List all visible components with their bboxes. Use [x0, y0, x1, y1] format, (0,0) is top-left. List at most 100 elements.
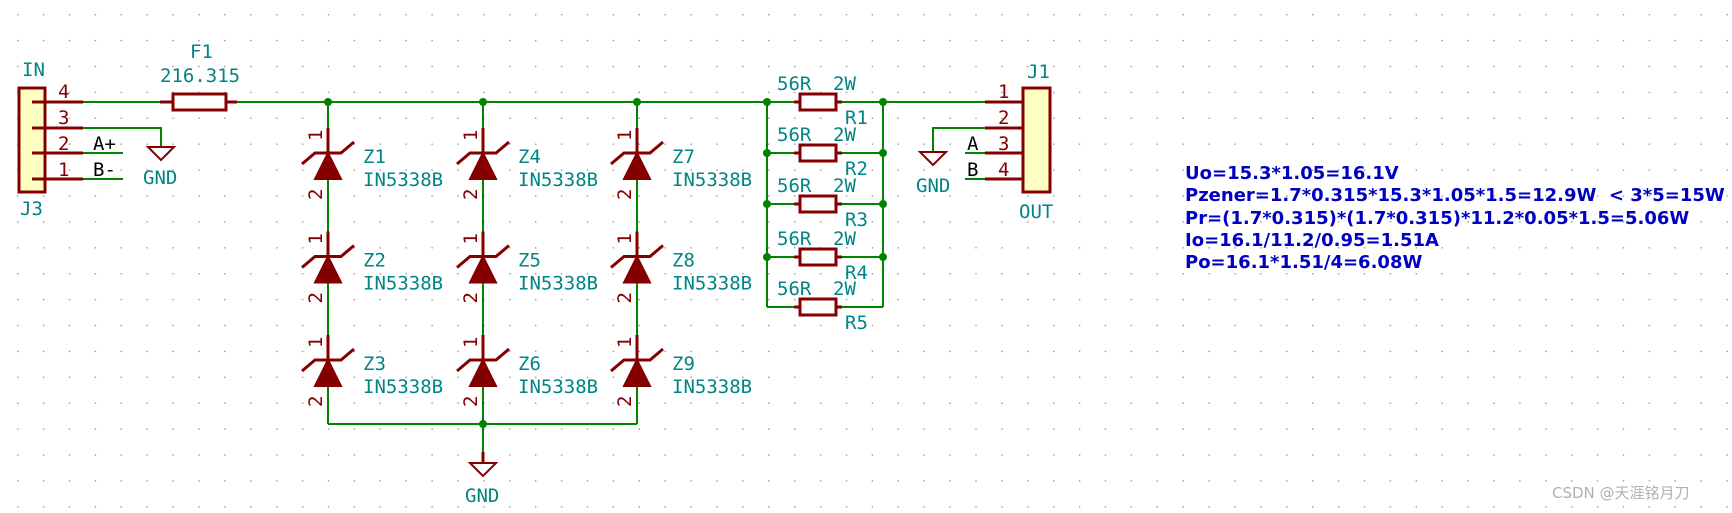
resistor-value: 56R — [777, 278, 812, 300]
zener-diode-z3[interactable]: 1 2 Z3IN5338B — [301, 335, 443, 407]
pin-number: 2 — [460, 189, 482, 200]
zener-value: IN5338B — [518, 169, 598, 191]
junction-dot — [324, 98, 332, 106]
zener-ref: Z6 — [518, 353, 541, 375]
zener-array: 12Z1IN5338B12Z2IN5338B12Z3IN5338B12Z4IN5… — [301, 98, 752, 424]
junction-dot — [763, 149, 771, 157]
junction-dot — [763, 200, 771, 208]
ground-symbol-icon — [917, 151, 949, 167]
resistor-power: 2W — [833, 228, 856, 250]
connector-j3[interactable]: 4 3 2 1 IN J3 — [17, 59, 83, 220]
pin-number: 2 — [305, 292, 327, 303]
calculation-notes: Uo=15.3*1.05=16.1V Pzener=1.7*0.315*15.3… — [1185, 163, 1725, 273]
zener-ref: Z3 — [363, 353, 386, 375]
connector-value: IN — [22, 59, 45, 81]
net-label-a-plus: A+ — [93, 133, 116, 155]
pin-number: 2 — [614, 189, 636, 200]
resistor-power: 2W — [833, 278, 856, 300]
fuse-value: 216.315 — [160, 65, 240, 87]
grid-dots — [17, 14, 1728, 508]
resistor-array: 56R 2WR156R 2WR256R 2WR356R 2WR456R 2WR5 — [763, 73, 887, 334]
zener-ref: Z8 — [672, 250, 695, 272]
zener-ref: Z5 — [518, 250, 541, 272]
pin-number: 1 — [614, 130, 636, 141]
pin-number: 4 — [998, 159, 1009, 181]
zener-diode-z1[interactable]: 1 2 Z1IN5338B — [301, 128, 443, 200]
zener-diode-z9[interactable]: 1 2 Z9IN5338B — [610, 335, 752, 407]
note-line: Pzener=1.7*0.315*15.3*1.05*1.5=12.9W < 3… — [1185, 185, 1725, 206]
net-label-a: A — [967, 133, 979, 155]
watermark: CSDN @天涯铭月刀 — [1552, 484, 1690, 502]
zener-diode-z2[interactable]: 1 2 Z2IN5338B — [301, 231, 443, 304]
net-label-b: B — [967, 159, 978, 181]
junction-dot — [879, 253, 887, 261]
zener-value: IN5338B — [518, 273, 598, 295]
zener-diode-z4[interactable]: 1 2 Z4IN5338B — [456, 128, 598, 200]
pin-number: 4 — [58, 81, 69, 103]
note-line: Io=16.1/11.2/0.95=1.51A — [1185, 230, 1439, 251]
zener-diode-z7[interactable]: 1 2 Z7IN5338B — [610, 128, 752, 200]
pin-number: 2 — [998, 107, 1009, 129]
zener-value: IN5338B — [672, 376, 752, 398]
pin-number: 1 — [614, 233, 636, 244]
resistor-power: 2W — [833, 124, 856, 146]
pin-number: 1 — [460, 130, 482, 141]
zener-ref: Z4 — [518, 146, 541, 168]
pin-number: 1 — [614, 337, 636, 348]
pin-number: 2 — [460, 292, 482, 303]
zener-value: IN5338B — [363, 376, 443, 398]
junction-dot — [763, 253, 771, 261]
connector-ref: J3 — [20, 198, 43, 220]
pin-number: 2 — [614, 292, 636, 303]
zener-ref: Z7 — [672, 146, 695, 168]
pin-number: 1 — [460, 337, 482, 348]
zener-ref: Z9 — [672, 353, 695, 375]
pin-number: 1 — [998, 81, 1009, 103]
zener-value: IN5338B — [363, 273, 443, 295]
net-label-b-minus: B- — [93, 159, 116, 181]
pin-number: 3 — [58, 107, 69, 129]
zener-diode-z8[interactable]: 1 2 Z8IN5338B — [610, 231, 752, 304]
gnd-label: GND — [143, 167, 177, 189]
pin-number: 2 — [305, 189, 327, 200]
pin-number: 1 — [305, 337, 327, 348]
resistor-value: 56R — [777, 175, 812, 197]
junction-dot — [479, 420, 487, 428]
junction-dot — [879, 200, 887, 208]
gnd-label: GND — [916, 175, 950, 197]
gnd-label: GND — [465, 485, 499, 507]
note-line: Pr=(1.7*0.315)*(1.7*0.315)*11.2*0.05*1.5… — [1185, 208, 1689, 229]
zener-value: IN5338B — [672, 273, 752, 295]
zener-diode-z5[interactable]: 1 2 Z5IN5338B — [456, 231, 598, 304]
pin-number: 2 — [460, 396, 482, 407]
zener-diode-z6[interactable]: 1 2 Z6IN5338B — [456, 335, 598, 407]
resistor-value: 56R — [777, 228, 812, 250]
junction-dot — [763, 98, 771, 106]
zener-ref: Z1 — [363, 146, 386, 168]
fuse-f1[interactable]: F1 216.315 — [160, 41, 240, 112]
junction-dot — [633, 98, 641, 106]
junction-dot — [879, 149, 887, 157]
zener-value: IN5338B — [363, 169, 443, 191]
fuse-ref: F1 — [190, 41, 213, 63]
junction-dot — [479, 98, 487, 106]
pin-number: 2 — [305, 396, 327, 407]
resistor-ref: R5 — [845, 312, 868, 334]
zener-ref: Z2 — [363, 250, 386, 272]
resistor-value: 56R — [777, 73, 812, 95]
pin-number: 1 — [460, 233, 482, 244]
connector-value: OUT — [1019, 201, 1053, 223]
zener-value: IN5338B — [672, 169, 752, 191]
pin-number: 1 — [305, 233, 327, 244]
note-line: Uo=15.3*1.05=16.1V — [1185, 163, 1399, 184]
pin-number: 2 — [614, 396, 636, 407]
ground-symbol-icon — [145, 146, 177, 162]
pin-number: 1 — [305, 130, 327, 141]
resistor-power: 2W — [833, 175, 856, 197]
schematic-canvas[interactable]: 4 3 2 1 IN J3 A+ B- GND F1 216.315 12Z1I… — [0, 0, 1732, 513]
resistor-value: 56R — [777, 124, 812, 146]
connector-ref: J1 — [1027, 61, 1050, 83]
resistor-power: 2W — [833, 73, 856, 95]
connector-j1[interactable]: 1 2 3 4 J1 OUT — [985, 61, 1053, 223]
note-line: Po=16.1*1.51/4=6.08W — [1185, 252, 1422, 273]
